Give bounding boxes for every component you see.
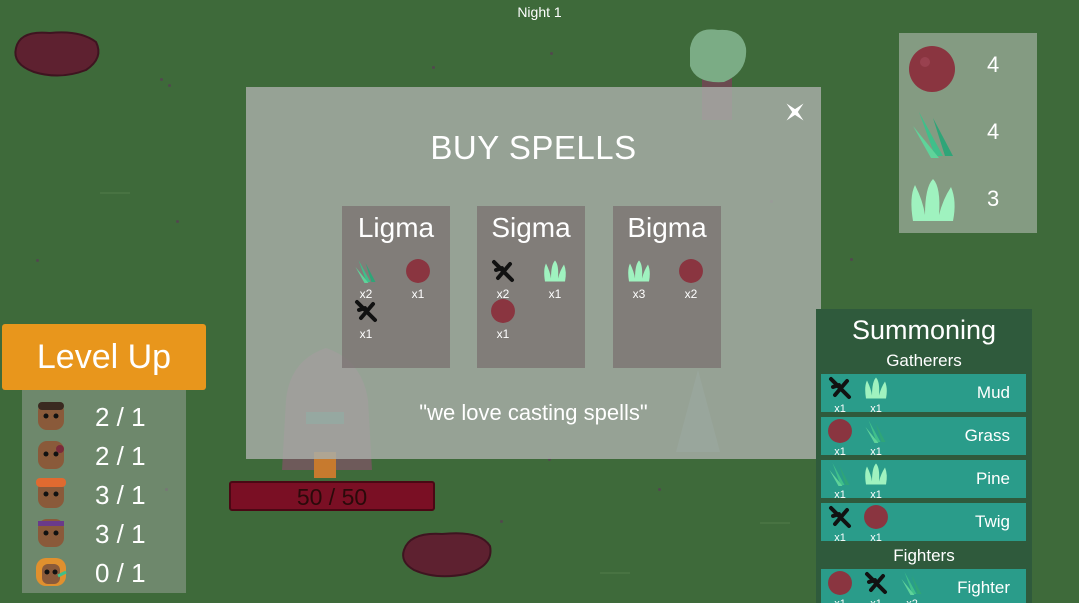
ingredient: x2 [677, 258, 705, 301]
villager-mud-icon [38, 441, 64, 469]
resource-pine: 3 [899, 170, 1037, 230]
grass-icon [913, 112, 953, 158]
mud-ball-icon [406, 259, 430, 283]
mud-ball-icon [828, 571, 852, 595]
unit-row: 2 / 1 [22, 434, 186, 472]
ingredient: x1 [825, 418, 855, 458]
mud-ball-icon [909, 46, 955, 92]
health-text: 50 / 50 [296, 484, 368, 510]
ingredient: x1 [825, 375, 855, 415]
close-button[interactable] [782, 99, 808, 125]
summon-mud-button[interactable]: x1 x1 Mud [821, 374, 1026, 415]
grass-icon [355, 260, 376, 283]
mud-ball-icon [491, 299, 515, 323]
summon-grass-button[interactable]: x1 x1 Grass [821, 417, 1026, 458]
twig-icon [492, 260, 514, 282]
ingredient: x1 [489, 298, 517, 341]
twig-icon [355, 300, 377, 322]
fighters-label: Fighters [893, 546, 955, 565]
unit-row: 0 / 1 [22, 551, 186, 589]
grass-icon [901, 572, 922, 595]
mud-ball-icon [828, 419, 852, 443]
ingredient: x1 [825, 504, 855, 544]
buy-spells-modal: BUY SPELLS Ligma x2 x1 x1 Sigma x2 x1 x1 [246, 87, 821, 459]
pine-icon [544, 260, 566, 282]
summon-name: Pine [975, 469, 1010, 488]
resource-count: 3 [987, 186, 1000, 211]
ingredient: x1 [861, 461, 891, 501]
pine-icon [628, 260, 650, 282]
summon-name: Fighter [957, 578, 1010, 597]
unit-level-value: 3 / 1 [95, 519, 146, 549]
grass-icon [865, 420, 886, 443]
ingredient: x2 [897, 570, 927, 603]
unit-level-value: 2 / 1 [95, 441, 146, 471]
unit-row: 3 / 1 [22, 512, 186, 550]
ingredient: x1 [352, 298, 380, 341]
mud-ball-icon [679, 259, 703, 283]
pine-icon [865, 377, 887, 399]
mud-puddle [402, 532, 492, 578]
unit-levels-panel: 2 / 1 2 / 1 3 / 1 3 / 1 0 / 1 [22, 390, 186, 593]
modal-quote: "we love casting spells" [419, 400, 648, 425]
base-health-bar: 50 / 50 [229, 481, 435, 511]
resource-count: 4 [987, 119, 1000, 144]
ingredient: x1 [825, 461, 855, 501]
ingredient: x2 [489, 258, 517, 301]
gatherers-label: Gatherers [886, 351, 962, 370]
spell-card-bigma[interactable]: Bigma x3 x2 [613, 206, 721, 368]
unit-level-value: 2 / 1 [95, 402, 146, 432]
resource-mud: 4 [899, 36, 1037, 96]
resource-panel: 4 4 3 [899, 33, 1037, 233]
ingredient: x1 [861, 504, 891, 544]
summon-name: Grass [964, 426, 1010, 445]
level-up-button[interactable]: Level Up [2, 324, 206, 390]
villager-orange-hat-icon [36, 478, 66, 508]
resource-count: 4 [987, 52, 1000, 77]
resource-grass: 4 [899, 103, 1037, 163]
spell-card-sigma[interactable]: Sigma x2 x1 x1 [477, 206, 585, 368]
summoning-title: Summoning [851, 315, 997, 345]
ingredient: x1 [861, 418, 891, 458]
night-counter: Night 1 [517, 4, 562, 20]
unit-level-value: 0 / 1 [95, 558, 146, 588]
spell-card-ligma[interactable]: Ligma x2 x1 x1 [342, 206, 450, 368]
summoning-panel: Summoning Gatherers x1 x1 Mud x1 x1 Gras… [816, 309, 1032, 603]
mud-puddle [14, 31, 100, 77]
spell-name: Bigma [627, 212, 707, 243]
summon-name: Mud [976, 383, 1010, 402]
mud-ball-icon [864, 505, 888, 529]
ingredient: x3 [625, 258, 653, 301]
pine-icon [911, 179, 955, 221]
spell-name: Ligma [357, 212, 435, 243]
villager-orange-hood-icon [36, 558, 67, 586]
ingredient: x1 [825, 570, 855, 603]
grass-icon [829, 463, 850, 486]
pine-icon [865, 463, 887, 485]
ingredient: x1 [541, 258, 569, 301]
villager-plain-icon [38, 402, 64, 430]
twig-icon [865, 572, 887, 594]
summon-fighter-button[interactable]: x1 x1 x2 Fighter [821, 569, 1026, 603]
twig-icon [829, 506, 851, 528]
summon-twig-button[interactable]: x1 x1 Twig [821, 503, 1026, 544]
unit-row: 3 / 1 [22, 473, 186, 511]
villager-purple-band-icon [38, 519, 64, 547]
ingredient: x1 [861, 570, 891, 603]
unit-row: 2 / 1 [22, 395, 186, 433]
ingredient: x2 [352, 258, 380, 301]
ingredient: x1 [404, 258, 432, 301]
summon-pine-button[interactable]: x1 x1 Pine [821, 460, 1026, 501]
ingredient: x1 [861, 375, 891, 415]
spell-name: Sigma [491, 212, 571, 243]
close-icon [786, 103, 804, 121]
unit-level-value: 3 / 1 [95, 480, 146, 510]
modal-title: BUY SPELLS [430, 129, 637, 166]
summon-name: Twig [975, 512, 1010, 531]
twig-icon [829, 377, 851, 399]
